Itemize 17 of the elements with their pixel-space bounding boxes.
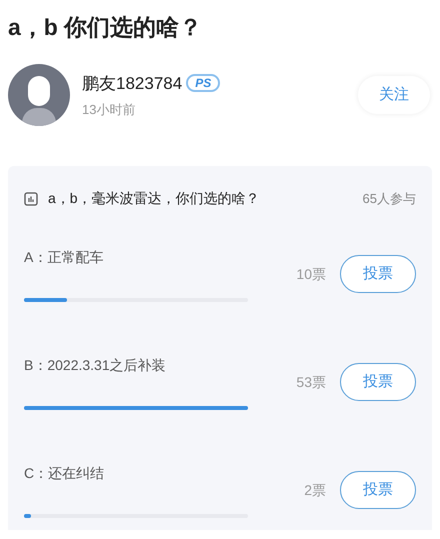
poll-question: a，b，毫米波雷达，你们选的啥？ — [48, 189, 260, 208]
vote-button[interactable]: 投票 — [340, 255, 416, 293]
vote-count: 10票 — [296, 264, 326, 284]
follow-button[interactable]: 关注 — [358, 76, 430, 114]
vote-button[interactable]: 投票 — [340, 363, 416, 401]
vote-count: 53票 — [296, 372, 326, 392]
vote-count: 2票 — [304, 480, 326, 500]
username[interactable]: 鹏友1823784 — [82, 70, 182, 96]
post-title: a，b 你们选的啥？ — [8, 13, 204, 42]
chart-icon — [24, 192, 38, 206]
post-time: 13小时前 — [82, 101, 136, 119]
participant-count: 65人参与 — [362, 190, 416, 208]
vote-button[interactable]: 投票 — [340, 471, 416, 509]
user-badge: PS — [186, 74, 220, 92]
option-label: B：2022.3.31之后补装 — [24, 356, 167, 374]
option-label: C：还在纠结 — [24, 464, 106, 482]
option-label: A：正常配车 — [24, 248, 104, 266]
